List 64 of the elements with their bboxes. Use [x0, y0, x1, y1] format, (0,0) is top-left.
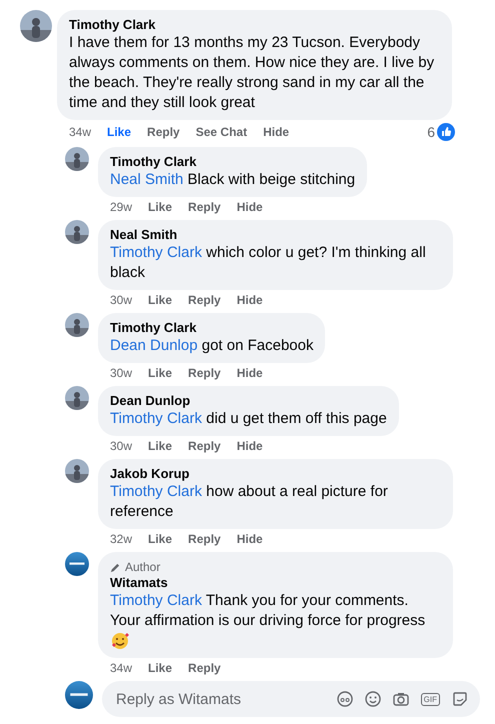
reply-text: Dean Dunlop got on Facebook [110, 336, 314, 356]
author-name: Witamats [110, 575, 169, 591]
action-link[interactable]: Hide [236, 366, 263, 380]
reply-text: Neal Smith Black with beige stitching [110, 170, 356, 190]
action-link[interactable]: Hide [236, 532, 263, 546]
comment-text: I have them for 13 months my 23 Tucson. Everybody always comments on them. How nice they are. I live by the beach. They're really strong sand in my car all the time and they still look great [69, 33, 436, 113]
action-link[interactable]: Hide [236, 293, 263, 307]
action-link[interactable]: Like [148, 293, 172, 307]
reaction-count: 6 [427, 125, 435, 139]
action-link[interactable]: Like [148, 366, 172, 380]
timestamp[interactable]: 34w [110, 661, 132, 675]
avatar-sticker-icon[interactable] [336, 691, 353, 707]
timestamp[interactable]: 30w [110, 366, 132, 380]
avatar[interactable] [65, 220, 89, 244]
avatar[interactable] [65, 147, 89, 171]
author-name: Timothy Clark [110, 154, 198, 170]
reply-field[interactable]: Reply as Witamats GIF [102, 681, 480, 717]
action-link[interactable]: See Chat [196, 125, 248, 139]
avatar[interactable] [65, 459, 89, 483]
mention-link[interactable]: Timothy Clark [110, 592, 202, 609]
emoji-icon[interactable] [364, 691, 381, 707]
reply-text: Timothy Clark which color u get? I'm thinking all black [110, 243, 427, 283]
timestamp[interactable]: 32w [110, 532, 132, 546]
camera-icon[interactable] [392, 691, 409, 707]
action-link[interactable]: Like [107, 125, 132, 139]
action-link[interactable]: Hide [236, 200, 263, 214]
mention-link[interactable]: Dean Dunlop [110, 337, 198, 354]
timestamp[interactable]: 29w [110, 200, 132, 214]
reply-text: Timothy Clark did u get them off this page [110, 409, 387, 429]
mention-link[interactable]: Timothy Clark [110, 483, 202, 500]
mention-link[interactable]: Timothy Clark [110, 244, 202, 261]
author-name: Timothy Clark [69, 17, 156, 33]
action-link[interactable]: Like [148, 532, 172, 546]
author-name: Jakob Korup [110, 466, 190, 482]
mention-link[interactable]: Neal Smith [110, 171, 184, 188]
timestamp[interactable]: 30w [110, 439, 132, 453]
action-link[interactable]: Like [148, 661, 172, 675]
action-link[interactable]: Reply [188, 293, 221, 307]
pencil-icon [110, 562, 121, 572]
timestamp[interactable]: 30w [110, 293, 132, 307]
action-link[interactable]: Like [148, 200, 172, 214]
action-link[interactable]: Reply [188, 439, 221, 453]
reply-text: Timothy Clark how about a real picture for reference [110, 482, 389, 522]
action-link[interactable]: Reply [188, 200, 221, 214]
like-icon[interactable] [437, 123, 455, 141]
author-name: Timothy Clark [110, 320, 198, 336]
timestamp[interactable]: 34w [69, 125, 92, 139]
sticker-icon[interactable] [452, 691, 468, 707]
action-link[interactable]: Hide [236, 439, 263, 453]
author-label: Author [125, 559, 160, 575]
avatar[interactable] [20, 10, 52, 42]
action-link[interactable]: Reply [188, 532, 221, 546]
avatar[interactable] [65, 386, 89, 410]
action-link[interactable]: Hide [263, 125, 290, 139]
avatar[interactable] [65, 313, 89, 337]
author-name: Neal Smith [110, 227, 178, 243]
gif-button[interactable]: GIF [420, 692, 440, 706]
action-link[interactable]: Reply [147, 125, 180, 139]
mention-link[interactable]: Timothy Clark [110, 410, 202, 427]
reply-text: Timothy Clark Thank you for your comments. Your affirmation is our driving force for progress [110, 591, 426, 631]
action-link[interactable]: Reply [188, 366, 221, 380]
action-link[interactable]: Like [148, 439, 172, 453]
action-link[interactable]: Reply [188, 661, 221, 675]
author-name: Dean Dunlop [110, 393, 192, 409]
